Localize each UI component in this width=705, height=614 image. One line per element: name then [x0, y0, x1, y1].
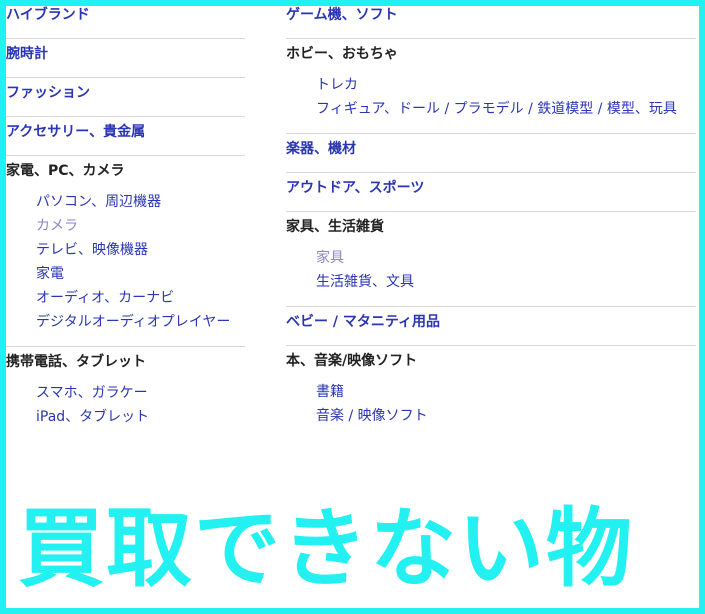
category-section: 腕時計 [6, 39, 245, 78]
category-section: ゲーム機、ソフト [286, 0, 696, 39]
category-heading: 本、音楽/映像ソフト [286, 353, 418, 369]
category-section: ホビー、おもちゃトレカ フィギュア、ドール / プラモデル / 鉄道模型 / 模型… [286, 39, 696, 134]
category-section: ファッション [6, 78, 245, 117]
subcategory-list: トレカ フィギュア、ドール / プラモデル / 鉄道模型 / 模型、玩具 [286, 73, 696, 133]
subcategory-link[interactable]: 書籍 [316, 380, 696, 404]
subcategory-list: パソコン、周辺機器 カメラ テレビ、映像機器 家電 オーディオ、カーナビ デジタルオーディ… [6, 190, 245, 346]
category-section: 家電、PC、カメラパソコン、周辺機器 カメラ テレビ、映像機器 家電 オーディオ、カーナ… [6, 156, 245, 347]
category-link[interactable]: 腕時計 [6, 39, 245, 77]
subcategory-link[interactable]: スマホ、ガラケー [36, 381, 245, 405]
subcategory-link[interactable]: iPad、タブレット [36, 405, 245, 429]
category-link[interactable]: アクセサリー、貴金属 [6, 117, 245, 155]
category-section: 家具、生活雑貨家具 生活雑貨、文具 [286, 212, 696, 307]
category-column-right: ゲーム機、ソフトホビー、おもちゃトレカ フィギュア、ドール / プラモデル / 鉄… [286, 0, 696, 440]
subcategory-link[interactable]: デジタルオーディオプレイヤー [36, 310, 245, 334]
category-link[interactable]: ファッション [6, 78, 245, 116]
category-section: 携帯電話、タブレットスマホ、ガラケー iPad、タブレット [6, 347, 245, 441]
subcategory-link[interactable]: テレビ、映像機器 [36, 238, 245, 262]
category-section: 楽器、機材 [286, 134, 696, 173]
banner-text: 買取できない物 [18, 499, 634, 599]
category-heading: ホビー、おもちゃ [286, 46, 398, 62]
subcategory-link[interactable]: 家電 [36, 262, 245, 286]
subcategory-list: 書籍 音楽 / 映像ソフト [286, 380, 696, 440]
category-heading: 家電、PC、カメラ [6, 163, 125, 179]
category-link[interactable]: ゲーム機、ソフト [286, 0, 696, 38]
subcategory-link[interactable]: フィギュア、ドール / プラモデル / 鉄道模型 / 模型、玩具 [316, 97, 696, 121]
category-heading: 家具、生活雑貨 [286, 219, 384, 235]
category-section: アウトドア、スポーツ [286, 173, 696, 212]
category-section: 本、音楽/映像ソフト書籍 音楽 / 映像ソフト [286, 346, 696, 440]
subcategory-link[interactable]: カメラ [36, 214, 245, 238]
category-heading: 携帯電話、タブレット [6, 354, 146, 370]
category-section: ハイブランド [6, 0, 245, 39]
subcategory-link[interactable]: 音楽 / 映像ソフト [316, 404, 696, 428]
category-column-left: ハイブランド 腕時計 ファッション アクセサリー、貴金属家電、PC、カメラパソコン、周… [6, 0, 245, 441]
category-link[interactable]: ベビー / マタニティ用品 [286, 307, 696, 345]
category-section: ベビー / マタニティ用品 [286, 307, 696, 346]
subcategory-link[interactable]: トレカ [316, 73, 696, 97]
category-link[interactable]: ハイブランド [6, 0, 245, 38]
subcategory-link[interactable]: 家具 [316, 246, 696, 270]
category-link[interactable]: 楽器、機材 [286, 134, 696, 172]
subcategory-list: スマホ、ガラケー iPad、タブレット [6, 381, 245, 441]
subcategory-link[interactable]: 生活雑貨、文具 [316, 270, 696, 294]
subcategory-list: 家具 生活雑貨、文具 [286, 246, 696, 306]
subcategory-link[interactable]: オーディオ、カーナビ [36, 286, 245, 310]
subcategory-link[interactable]: パソコン、周辺機器 [36, 190, 245, 214]
category-section: アクセサリー、貴金属 [6, 117, 245, 156]
category-link[interactable]: アウトドア、スポーツ [286, 173, 696, 211]
